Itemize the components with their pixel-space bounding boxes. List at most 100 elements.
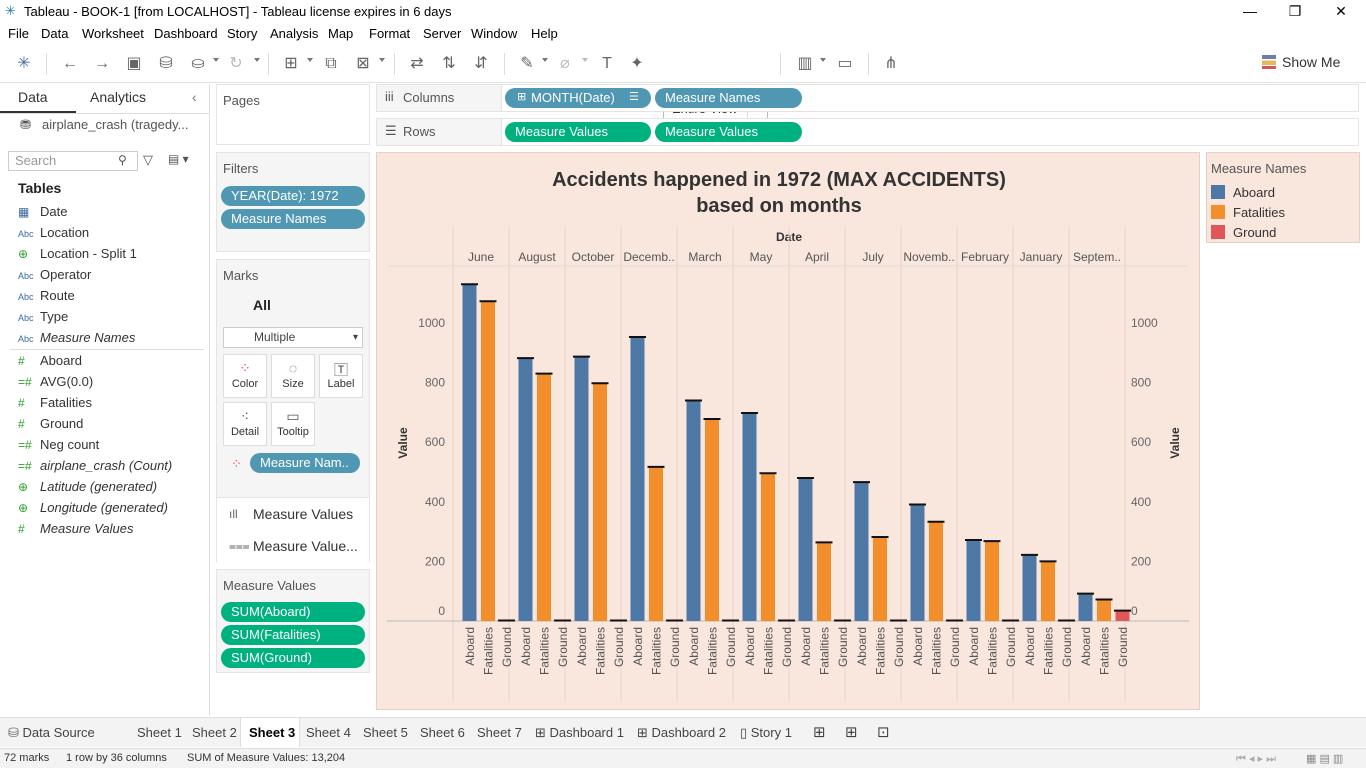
fix-axes-icon[interactable]: ✦ — [626, 53, 648, 75]
new-worksheet-icon[interactable]: ⊞ — [280, 53, 302, 75]
new-dashboard-tab-icon[interactable]: ⊞ — [845, 723, 858, 741]
field-location[interactable]: Abc Location — [18, 225, 89, 240]
filter-icon[interactable]: ▽ — [143, 152, 153, 168]
field-route[interactable]: Abc Route — [18, 288, 75, 303]
detail-button[interactable]: ⁖ Detail — [223, 402, 267, 446]
columns-shelf[interactable]: iii Columns MONTH(Date) ⊞ ☰ Measure Name… — [376, 84, 1359, 112]
datasource-name[interactable]: airplane_crash (tragedy... — [42, 117, 188, 132]
redo-icon[interactable]: → — [92, 53, 112, 75]
sheet-tab-7[interactable]: Sheet 7 — [477, 725, 522, 740]
field-neg-count[interactable]: =# Neg count — [18, 437, 99, 452]
size-button[interactable]: ◌ Size — [271, 354, 315, 398]
field-longitude-generated[interactable]: ⊕ Longitude (generated) — [18, 500, 168, 515]
pill-sum-ground[interactable]: SUM(Ground) — [221, 648, 365, 668]
dashboard-tab-1[interactable]: ⊞ Dashboard 1 — [535, 725, 624, 741]
share-icon[interactable]: ⋔ — [880, 53, 902, 75]
show-me-button[interactable]: Show Me — [1262, 54, 1340, 70]
field-location-split-1[interactable]: ⊕ Location - Split 1 — [18, 246, 137, 261]
clear-sheet-icon[interactable]: ⊠ — [352, 53, 374, 75]
highlight-icon[interactable]: ✎ — [516, 53, 538, 75]
sort-descending-icon[interactable]: ⇵ — [470, 53, 492, 75]
new-worksheet-tab-icon[interactable]: ⊞ — [813, 723, 826, 741]
close-button[interactable]: ✕ — [1331, 2, 1351, 20]
filter-pill-year[interactable]: YEAR(Date): 1972 — [221, 186, 365, 206]
duplicate-sheet-icon[interactable]: ⧉ — [320, 53, 342, 75]
legend-item-ground[interactable]: Ground — [1211, 225, 1276, 240]
save-icon[interactable]: ▣ — [124, 53, 144, 75]
filter-pill-measure-names[interactable]: Measure Names — [221, 209, 365, 229]
rows-shelf[interactable]: ☰ Rows Measure Values Measure Values — [376, 118, 1359, 146]
show-cards-icon[interactable]: ▥ — [794, 53, 816, 75]
refresh-icon[interactable]: ↻ — [226, 53, 246, 75]
field-fatalities[interactable]: # Fatalities — [18, 395, 92, 410]
view-options-icon[interactable]: ▤ ▾ — [168, 152, 189, 166]
chart-view[interactable]: Accidents happened in 1972 (MAX ACCIDENT… — [376, 152, 1200, 710]
field-aboard[interactable]: # Aboard — [18, 353, 82, 368]
column-pill-measure-names[interactable]: Measure Names — [655, 88, 802, 108]
filters-shelf[interactable]: Filters YEAR(Date): 1972 Measure Names — [216, 152, 370, 252]
menu-file[interactable]: File — [8, 26, 29, 41]
label-button[interactable]: 🅃 Label — [319, 354, 363, 398]
marks-measure-values-2[interactable]: Measure Value... — [253, 538, 358, 554]
sheet-tab-3[interactable]: Sheet 3 — [249, 725, 295, 740]
sheet-tab-6[interactable]: Sheet 6 — [420, 725, 465, 740]
sheet-sorter-icon[interactable]: ▦ ▤ ▥ — [1306, 752, 1343, 765]
pill-sum-fatalities[interactable]: SUM(Fatalities) — [221, 625, 365, 645]
pages-shelf[interactable]: Pages — [216, 84, 370, 145]
sheet-tab-2[interactable]: Sheet 2 — [192, 725, 237, 740]
tab-data[interactable]: Data — [18, 89, 48, 105]
field-type[interactable]: Abc Type — [18, 309, 68, 324]
menu-dashboard[interactable]: Dashboard — [154, 26, 218, 41]
menu-server[interactable]: Server — [423, 26, 461, 41]
field-operator[interactable]: Abc Operator — [18, 267, 91, 282]
marks-measure-values-1[interactable]: Measure Values — [253, 506, 353, 522]
menu-analysis[interactable]: Analysis — [270, 26, 318, 41]
row-pill-measure-values-1[interactable]: Measure Values — [505, 122, 651, 142]
menu-window[interactable]: Window — [471, 26, 517, 41]
menu-worksheet[interactable]: Worksheet — [82, 26, 144, 41]
show-mark-labels-icon[interactable]: T — [596, 53, 618, 75]
menu-map[interactable]: Map — [328, 26, 353, 41]
new-datasource-icon[interactable]: ⛁ — [156, 53, 176, 75]
field-latitude-generated[interactable]: ⊕ Latitude (generated) — [18, 479, 157, 494]
color-legend[interactable]: Measure Names Aboard Fatalities Ground — [1206, 152, 1360, 243]
field-measure-values[interactable]: # Measure Values — [18, 521, 133, 536]
row-pill-measure-values-2[interactable]: Measure Values — [655, 122, 802, 142]
sheet-tab-5[interactable]: Sheet 5 — [363, 725, 408, 740]
story-tab-1[interactable]: ▯ Story 1 — [740, 725, 792, 741]
menu-help[interactable]: Help — [531, 26, 558, 41]
menu-format[interactable]: Format — [369, 26, 410, 41]
tooltip-button[interactable]: ▭ Tooltip — [271, 402, 315, 446]
color-pill-measure-names[interactable]: Measure Nam.. — [250, 453, 360, 473]
field-ground[interactable]: # Ground — [18, 416, 83, 431]
tab-analytics[interactable]: Analytics — [90, 89, 146, 105]
dashboard-tab-2[interactable]: ⊞ Dashboard 2 — [637, 725, 726, 741]
collapse-pane-icon[interactable]: ‹ — [192, 89, 197, 105]
color-button[interactable]: ⁘ Color — [223, 354, 267, 398]
mark-type-select[interactable]: Multiple ▾ — [223, 327, 363, 348]
restore-button[interactable]: ❐ — [1285, 2, 1305, 20]
data-source-tab[interactable]: ⛁ Data Source — [8, 725, 95, 741]
sheet-tab-1[interactable]: Sheet 1 — [137, 725, 182, 740]
measure-values-shelf[interactable]: Measure Values SUM(Aboard) SUM(Fatalitie… — [216, 569, 370, 673]
pill-sum-aboard[interactable]: SUM(Aboard) — [221, 602, 365, 622]
tableau-home-icon[interactable]: ✳ — [14, 53, 34, 75]
pause-updates-icon[interactable]: ⛀ — [188, 53, 208, 75]
field-avg-0-0[interactable]: =# AVG(0.0) — [18, 374, 93, 389]
swap-rows-columns-icon[interactable]: ⇄ — [406, 53, 428, 75]
minimize-button[interactable]: — — [1240, 2, 1260, 20]
menu-data[interactable]: Data — [41, 26, 68, 41]
sheet-nav-icon[interactable]: ⏮ ◂ ▸ ⏭ — [1236, 752, 1276, 766]
legend-item-aboard[interactable]: Aboard — [1211, 185, 1275, 200]
field-measure-names[interactable]: Abc Measure Names — [18, 330, 135, 345]
sheet-tab-4[interactable]: Sheet 4 — [306, 725, 351, 740]
sort-ascending-icon[interactable]: ⇅ — [438, 53, 460, 75]
menu-story[interactable]: Story — [227, 26, 257, 41]
group-members-icon[interactable]: ⌀ — [554, 53, 576, 75]
field-date[interactable]: ▦ Date — [18, 204, 67, 219]
presentation-mode-icon[interactable]: ▭ — [834, 53, 856, 75]
field-airplane-crash-count[interactable]: =# airplane_crash (Count) — [18, 458, 172, 473]
legend-item-fatalities[interactable]: Fatalities — [1211, 205, 1285, 220]
new-story-tab-icon[interactable]: ⊡ — [877, 723, 890, 741]
undo-icon[interactable]: ← — [60, 53, 80, 75]
